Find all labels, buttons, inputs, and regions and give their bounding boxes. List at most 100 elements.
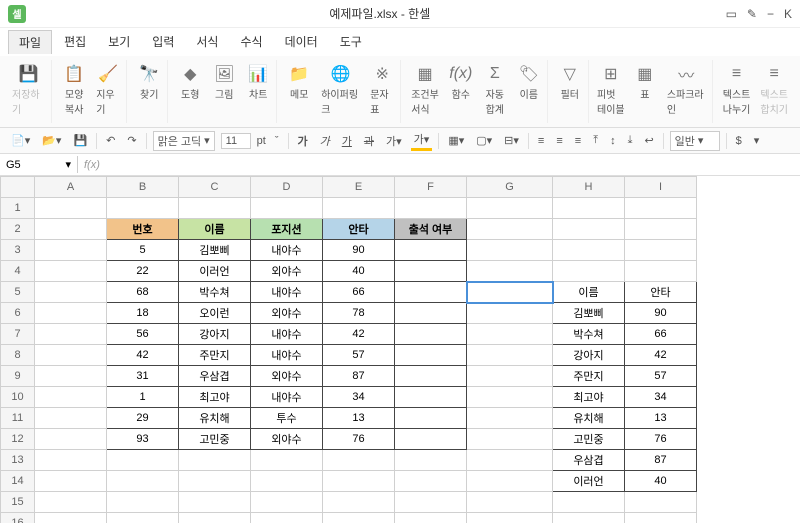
cell-E11[interactable]: 13: [323, 408, 395, 429]
cell-I9[interactable]: 57: [625, 366, 697, 387]
copy-format-button[interactable]: 📋모양 복사: [60, 62, 88, 118]
cell-F8[interactable]: [395, 345, 467, 366]
pivot-button[interactable]: ⊞피벗 테이블: [597, 62, 625, 118]
cell-D7[interactable]: 내야수: [251, 324, 323, 345]
font-size-up[interactable]: ˇ: [272, 134, 282, 148]
textbox-button[interactable]: ※문자표: [368, 62, 396, 118]
cell-D1[interactable]: [251, 198, 323, 219]
cell-G11[interactable]: [467, 408, 553, 429]
cell-H6[interactable]: 김뽀삐: [553, 303, 625, 324]
cell-G12[interactable]: [467, 429, 553, 450]
strike-button[interactable]: 과: [361, 132, 377, 150]
user-label[interactable]: K: [784, 7, 792, 21]
col-header-B[interactable]: B: [107, 177, 179, 198]
font-color-button[interactable]: 가▾: [383, 132, 405, 150]
cell-G3[interactable]: [467, 240, 553, 261]
menu-edit[interactable]: 편집: [54, 30, 96, 54]
cell-E10[interactable]: 34: [323, 387, 395, 408]
cell-F14[interactable]: [395, 471, 467, 492]
wrap-button[interactable]: ↩: [641, 133, 656, 148]
col-header-H[interactable]: H: [553, 177, 625, 198]
font-name-select[interactable]: 맑은 고딕 ▾: [153, 131, 215, 151]
cell-I7[interactable]: 66: [625, 324, 697, 345]
cell-F2[interactable]: 출석 여부: [395, 219, 467, 240]
cell-E9[interactable]: 87: [323, 366, 395, 387]
cell-I1[interactable]: [625, 198, 697, 219]
cell-B15[interactable]: [107, 492, 179, 513]
sparkline-button[interactable]: 〰스파크라인: [665, 62, 708, 118]
shape-button[interactable]: ◆도형: [176, 62, 204, 103]
row-header-16[interactable]: 16: [1, 513, 35, 523]
row-header-13[interactable]: 13: [1, 450, 35, 471]
col-header-A[interactable]: A: [35, 177, 107, 198]
cell-G4[interactable]: [467, 261, 553, 282]
cell-I4[interactable]: [625, 261, 697, 282]
cell-G6[interactable]: [467, 303, 553, 324]
cell-E15[interactable]: [323, 492, 395, 513]
row-header-9[interactable]: 9: [1, 366, 35, 387]
cell-D12[interactable]: 외야수: [251, 429, 323, 450]
merge-button[interactable]: ⊟▾: [501, 133, 522, 148]
cell-B10[interactable]: 1: [107, 387, 179, 408]
number-format-select[interactable]: 일반 ▾: [670, 131, 720, 151]
cell-E6[interactable]: 78: [323, 303, 395, 324]
find-button[interactable]: 🔭찾기: [135, 62, 163, 103]
cell-H7[interactable]: 박수쳐: [553, 324, 625, 345]
cell-D5[interactable]: 내야수: [251, 282, 323, 303]
row-header-3[interactable]: 3: [1, 240, 35, 261]
cell-E2[interactable]: 안타: [323, 219, 395, 240]
cell-G9[interactable]: [467, 366, 553, 387]
cond-format-button[interactable]: ▦조건부 서식: [409, 62, 441, 118]
cell-A2[interactable]: [35, 219, 107, 240]
fx-icon[interactable]: f(x): [78, 159, 106, 171]
cell-A16[interactable]: [35, 513, 107, 523]
menu-formula[interactable]: 수식: [230, 30, 272, 54]
cell-F15[interactable]: [395, 492, 467, 513]
cell-C15[interactable]: [179, 492, 251, 513]
bold-button[interactable]: 가: [295, 132, 311, 150]
save-button[interactable]: 💾저장하기: [10, 62, 47, 118]
row-header-1[interactable]: 1: [1, 198, 35, 219]
filter-button[interactable]: ▽필터: [556, 62, 584, 103]
cell-D16[interactable]: [251, 513, 323, 523]
cell-F1[interactable]: [395, 198, 467, 219]
cell-C12[interactable]: 고민중: [179, 429, 251, 450]
cell-C5[interactable]: 박수쳐: [179, 282, 251, 303]
cell-A13[interactable]: [35, 450, 107, 471]
cell-H5[interactable]: 이름: [553, 282, 625, 303]
currency-button[interactable]: $: [733, 134, 745, 148]
cell-A7[interactable]: [35, 324, 107, 345]
cell-E13[interactable]: [323, 450, 395, 471]
erase-button[interactable]: 🧹지우기: [94, 62, 122, 118]
memo-button[interactable]: 📁메모: [285, 62, 313, 103]
cell-F7[interactable]: [395, 324, 467, 345]
menu-file[interactable]: 파일: [8, 30, 52, 54]
cell-E16[interactable]: [323, 513, 395, 523]
undo-button[interactable]: ↶: [103, 133, 118, 148]
cell-C10[interactable]: 최고야: [179, 387, 251, 408]
cell-A10[interactable]: [35, 387, 107, 408]
cell-B7[interactable]: 56: [107, 324, 179, 345]
cell-B8[interactable]: 42: [107, 345, 179, 366]
cell-C16[interactable]: [179, 513, 251, 523]
cell-I5[interactable]: 안타: [625, 282, 697, 303]
picture-button[interactable]: 🖼그림: [210, 62, 238, 103]
minimize-icon[interactable]: −: [767, 7, 774, 21]
cell-A3[interactable]: [35, 240, 107, 261]
percent-button[interactable]: ▾: [751, 133, 763, 148]
cell-I12[interactable]: 76: [625, 429, 697, 450]
cell-A5[interactable]: [35, 282, 107, 303]
cell-A6[interactable]: [35, 303, 107, 324]
valign-top-button[interactable]: ⤒: [590, 133, 601, 148]
menu-input[interactable]: 입력: [142, 30, 184, 54]
cell-D14[interactable]: [251, 471, 323, 492]
cell-C9[interactable]: 우삼겹: [179, 366, 251, 387]
doc-icon[interactable]: 📄▾: [8, 133, 33, 148]
cell-D4[interactable]: 외야수: [251, 261, 323, 282]
cell-H8[interactable]: 강아지: [553, 345, 625, 366]
cell-C11[interactable]: 유치해: [179, 408, 251, 429]
cell-D2[interactable]: 포지션: [251, 219, 323, 240]
cell-F3[interactable]: [395, 240, 467, 261]
save-small-icon[interactable]: 💾: [70, 133, 90, 148]
formula-input[interactable]: [106, 157, 800, 173]
